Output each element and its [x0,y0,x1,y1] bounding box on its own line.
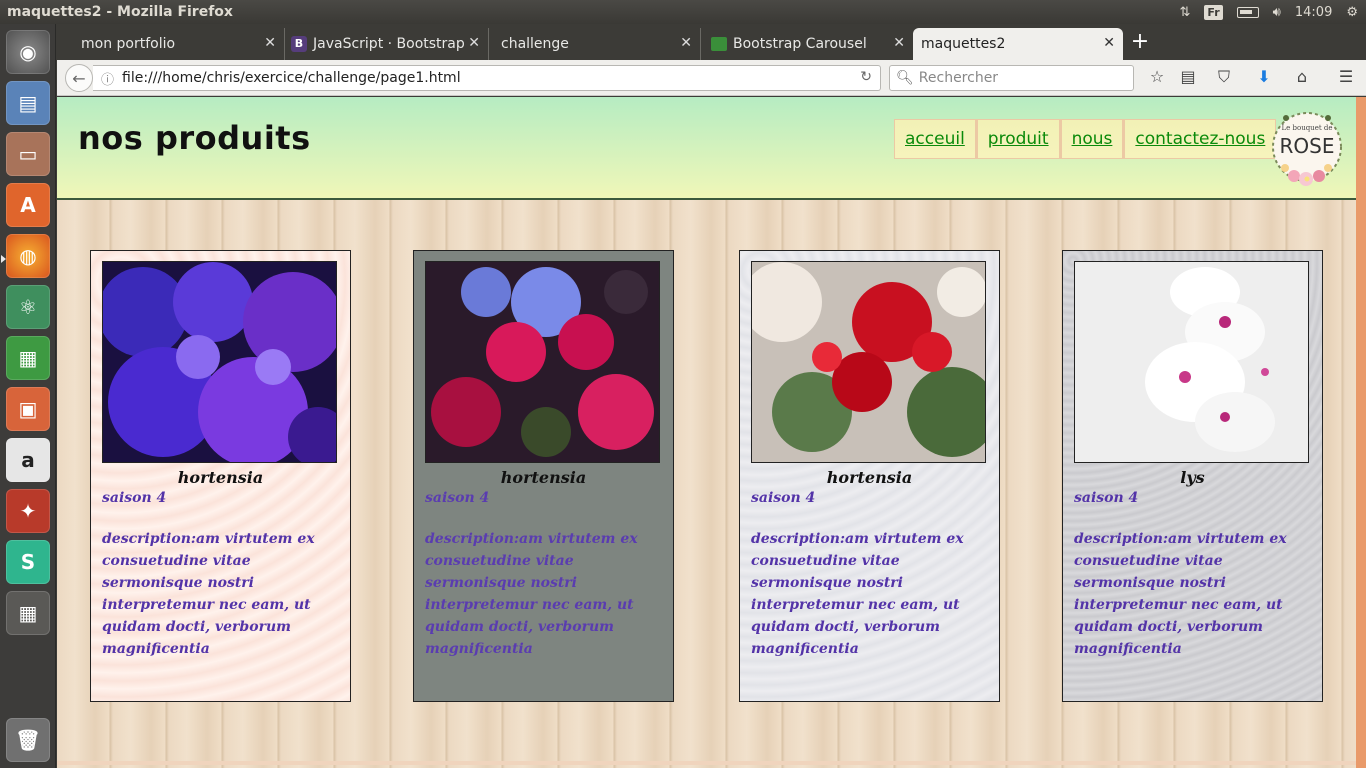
product-card: hortensia saison 4 description:am virtut… [739,250,1000,702]
hydrangea-image [103,262,336,462]
menu-link-produit[interactable]: produit [975,119,1060,159]
software-center-icon[interactable]: A [6,183,50,227]
dash-home-icon[interactable]: ◉ [6,30,50,74]
tab-label: Bootstrap Carousel [733,36,867,52]
new-tab-button[interactable]: + [1127,29,1153,54]
product-description: description:am virtutem ex consuetudine … [425,531,638,657]
hamburger-menu-icon[interactable]: ☰ [1335,67,1357,86]
settings-gear-icon[interactable]: ⚙ [1346,5,1358,20]
workspace-switcher-icon[interactable]: ▦ [6,591,50,635]
product-name: hortensia [500,468,587,487]
product-photo-hydrangea [102,261,337,463]
tab-bootstrap-js[interactable]: B JavaScript · Bootstrap ✕ [285,28,489,60]
product-description: description:am virtutem ex consuetudine … [102,531,315,657]
url-bar[interactable]: ⓘ file:///home/chris/exercice/challenge/… [93,65,881,91]
system-top-bar: maquettes2 - Mozilla Firefox ⇅ Fr 🔊︎ 14:… [0,0,1366,24]
window-title: maquettes2 - Mozilla Firefox [7,4,233,20]
close-icon[interactable]: ✕ [680,35,692,51]
menu-link-nous[interactable]: nous [1059,119,1124,159]
web-page-content: nos produits acceuil produit nous contac… [57,97,1366,768]
red-roses-image [752,262,985,462]
tab-portfolio[interactable]: mon portfolio ✕ [57,28,285,60]
page-title: nos produits [78,119,311,157]
product-card: hortensia saison 4 description:am virtut… [90,250,351,702]
product-photo-orchid [1074,261,1309,463]
carousel-favicon-icon [711,37,727,51]
bookmark-star-icon[interactable]: ☆ [1146,67,1168,86]
site-logo: Le bouquet de ROSE [1264,102,1350,192]
clock[interactable]: 14:09 [1295,5,1332,20]
file-manager-icon[interactable]: ▭ [6,132,50,176]
tab-bootstrap-carousel[interactable]: Bootstrap Carousel ✕ [701,28,913,60]
site-header: nos produits acceuil produit nous contac… [57,97,1356,200]
image-viewer-icon[interactable]: ▤ [6,81,50,125]
battery-icon[interactable] [1236,6,1259,18]
unity-launcher: ◉ ▤ ▭ A ◍ ⚛ ▦ ▣ a ✦ S ▦ 🗑︎ [0,24,56,768]
tab-label: JavaScript · Bootstrap [313,36,465,52]
pink-blossom-image [426,262,659,462]
volume-icon[interactable]: 🔊︎ [1273,5,1281,20]
download-icon[interactable]: ⬇ [1253,67,1275,86]
product-season: saison 4 [751,490,816,506]
product-description: description:am virtutem ex consuetudine … [1074,531,1287,657]
product-name: hortensia [826,468,913,487]
product-photo-roses [751,261,986,463]
product-season: saison 4 [102,490,167,506]
menu-link-acceuil[interactable]: acceuil [894,119,976,159]
product-card: hortensia saison 4 description:am virtut… [413,250,674,702]
white-orchid-image [1075,262,1308,462]
page-footer-line [57,761,1356,765]
search-icon: 🔍︎ [896,70,914,86]
close-icon[interactable]: ✕ [468,35,480,51]
search-placeholder: Rechercher [918,70,999,86]
tab-label: maquettes2 [921,36,1006,52]
close-icon[interactable]: ✕ [1103,35,1115,51]
spreadsheet-icon[interactable]: ▦ [6,336,50,380]
tab-strip: mon portfolio ✕ B JavaScript · Bootstrap ✕ … [57,24,1366,60]
product-card: lys saison 4 description:am virtutem ex … [1062,250,1323,702]
tab-maquettes2[interactable]: maquettes2 ✕ [913,28,1123,60]
product-name: hortensia [177,468,264,487]
reload-icon[interactable]: ↻ [860,69,872,85]
system-settings-icon[interactable]: ✦ [6,489,50,533]
site-menu: acceuil produit nous contactez-nous [894,119,1277,159]
keyboard-layout-indicator[interactable]: Fr [1204,4,1223,20]
pocket-icon[interactable]: ⛉ [1213,67,1235,87]
back-button[interactable]: ← [65,64,93,92]
home-icon[interactable]: ⌂ [1291,67,1313,86]
product-season: saison 4 [1074,490,1139,506]
system-tray: ⇅ Fr 🔊︎ 14:09 ⚙ [1180,0,1358,24]
navigation-toolbar: ← ⓘ file:///home/chris/exercice/challeng… [57,60,1366,96]
trash-icon[interactable]: 🗑︎ [6,718,50,762]
product-photo-blossom [425,261,660,463]
firefox-icon[interactable]: ◍ [6,234,50,278]
tab-label: challenge [501,36,569,52]
slack-icon[interactable]: S [6,540,50,584]
info-icon[interactable]: ⓘ [101,69,114,88]
atom-editor-icon[interactable]: ⚛ [6,285,50,329]
url-text[interactable]: file:///home/chris/exercice/challenge/pa… [122,70,461,86]
tab-challenge[interactable]: challenge ✕ [489,28,701,60]
search-input[interactable]: 🔍︎ Rechercher [889,65,1134,91]
bootstrap-favicon-icon: B [291,36,307,52]
logo-tagline: Le bouquet de [1281,124,1333,132]
presentation-icon[interactable]: ▣ [6,387,50,431]
close-icon[interactable]: ✕ [893,35,905,51]
tab-label: mon portfolio [81,36,176,52]
product-name: lys [1180,468,1205,487]
amazon-icon[interactable]: a [6,438,50,482]
logo-name: ROSE [1279,134,1335,158]
network-icon[interactable]: ⇅ [1180,5,1191,20]
reading-list-icon[interactable]: ▤ [1177,67,1199,86]
close-icon[interactable]: ✕ [264,35,276,51]
product-description: description:am virtutem ex consuetudine … [751,531,964,657]
menu-link-contactez-nous[interactable]: contactez-nous [1123,119,1277,159]
product-season: saison 4 [425,490,490,506]
